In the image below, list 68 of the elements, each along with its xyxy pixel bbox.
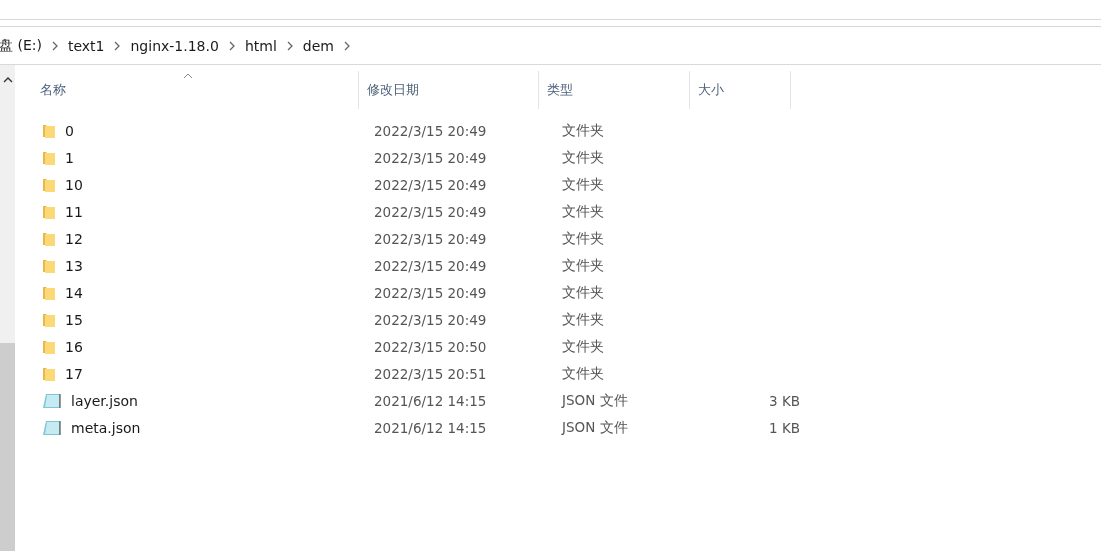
breadcrumb-item[interactable]: html	[244, 37, 277, 54]
type-cell-text: 文件夹	[561, 364, 605, 383]
folder-icon	[42, 149, 56, 166]
folder-icon	[42, 176, 56, 193]
date-cell-text: 2021/6/12 14:15	[373, 419, 488, 436]
size-cell-text: 1 KB	[768, 419, 800, 436]
folder-icon	[42, 311, 56, 328]
file-name[interactable]: meta.json	[71, 419, 141, 436]
type-cell-text: 文件夹	[561, 283, 605, 302]
chevron-right-icon[interactable]	[228, 40, 236, 51]
file-name[interactable]: 13	[65, 257, 83, 274]
file-name[interactable]: 15	[65, 311, 83, 328]
breadcrumb-item[interactable]: nginx-1.18.0	[130, 37, 219, 54]
type-cell-text: 文件夹	[561, 148, 605, 167]
type-cell-text: 文件夹	[561, 175, 605, 194]
file-name[interactable]: 0	[65, 122, 74, 139]
folder-icon	[42, 284, 56, 301]
date-cell-text: 2022/3/15 20:51	[373, 365, 488, 382]
breadcrumb-item[interactable]: 盘 (E:)	[0, 36, 42, 55]
date-cell-text: 2022/3/15 20:50	[373, 338, 488, 355]
date-cell-text: 2022/3/15 20:49	[373, 230, 488, 247]
folder-icon	[42, 365, 56, 382]
type-cell-text: 文件夹	[561, 256, 605, 275]
column-header[interactable]: 修改日期	[359, 71, 539, 109]
type-cell-text: JSON 文件	[560, 418, 629, 437]
folder-icon	[42, 122, 56, 139]
date-cell-text: 2022/3/15 20:49	[373, 311, 488, 328]
column-header[interactable]: 名称	[18, 71, 359, 109]
file-name[interactable]: 12	[65, 230, 83, 247]
file-icon	[42, 419, 62, 436]
file-name[interactable]: 10	[65, 176, 83, 193]
chevron-right-icon[interactable]	[114, 40, 122, 51]
folder-icon	[42, 203, 56, 220]
file-name[interactable]: 1	[65, 149, 74, 166]
chevron-right-icon[interactable]	[51, 40, 59, 51]
column-header[interactable]: 类型	[539, 71, 690, 109]
file-icon	[42, 392, 62, 409]
folder-icon	[42, 230, 56, 247]
file-name[interactable]: 14	[65, 284, 83, 301]
date-cell-text: 2022/3/15 20:49	[373, 257, 488, 274]
column-header[interactable]: 大小	[690, 71, 791, 109]
type-cell-text: 文件夹	[561, 337, 605, 356]
chevron-right-icon[interactable]	[286, 40, 294, 51]
file-name[interactable]: 17	[65, 365, 83, 382]
file-name[interactable]: layer.json	[71, 392, 138, 409]
breadcrumb-item[interactable]: dem	[302, 37, 334, 54]
size-cell-text: 3 KB	[768, 392, 800, 409]
type-cell-text: JSON 文件	[560, 391, 629, 410]
date-cell-text: 2022/3/15 20:49	[373, 149, 488, 166]
date-cell-text: 2022/3/15 20:49	[373, 203, 488, 220]
type-cell-text: 文件夹	[561, 121, 605, 140]
date-cell-text: 2021/6/12 14:15	[373, 392, 488, 409]
file-name[interactable]: 11	[65, 203, 83, 220]
chevron-right-icon[interactable]	[343, 40, 351, 51]
scrollbar[interactable]	[0, 65, 15, 551]
date-cell-text: 2022/3/15 20:49	[373, 176, 488, 193]
file-name[interactable]: 16	[65, 338, 83, 355]
date-cell-text: 2022/3/15 20:49	[373, 122, 488, 139]
sort-up-icon	[183, 73, 193, 79]
folder-icon	[42, 257, 56, 274]
date-cell-text: 2022/3/15 20:49	[373, 284, 488, 301]
scroll-up-icon[interactable]	[2, 77, 13, 83]
type-cell-text: 文件夹	[561, 229, 605, 248]
folder-icon	[42, 338, 56, 355]
breadcrumb-item[interactable]: text1	[67, 37, 105, 54]
type-cell-text: 文件夹	[561, 202, 605, 221]
type-cell-text: 文件夹	[561, 310, 605, 329]
scroll-thumb[interactable]	[0, 343, 15, 551]
